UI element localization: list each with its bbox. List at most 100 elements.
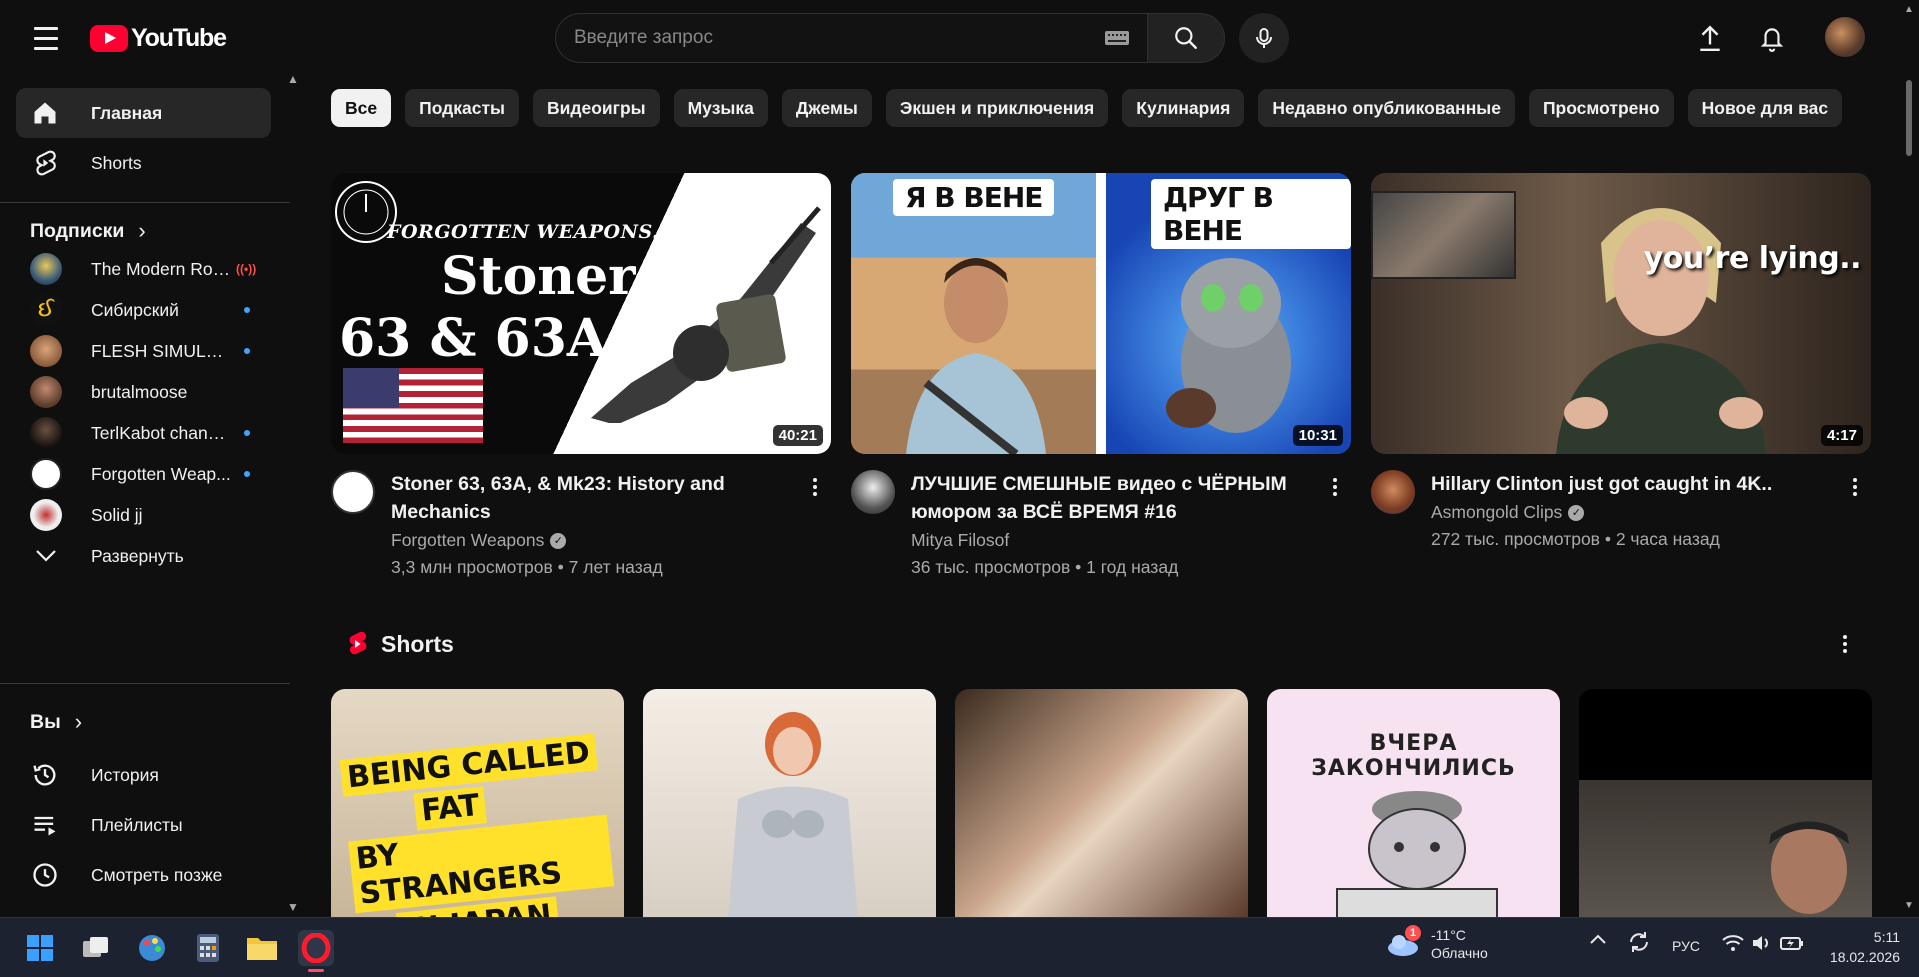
notifications-button[interactable] (1752, 18, 1792, 58)
account-avatar[interactable] (1825, 17, 1865, 57)
more-options-icon[interactable] (805, 472, 825, 502)
chip-action-adventure[interactable]: Экшен и приключения (885, 89, 1109, 127)
channel-name[interactable]: Mitya Filosof (911, 530, 1009, 551)
task-view-icon (83, 937, 108, 957)
short-card[interactable]: BEING CALLED FAT BY STRANGERS IN JAPAN (331, 689, 624, 917)
shorts-icon (30, 148, 60, 178)
folder-icon (247, 938, 277, 960)
video-card[interactable]: Я В ВЕНЕ ДРУГ В ВЕНЕ 10:31 ЛУЧШИЕ СМЕШНЫ… (851, 173, 1351, 578)
channel-avatar[interactable] (851, 470, 895, 514)
sidebar-item-playlists[interactable]: Плейлисты (16, 800, 271, 850)
more-options-icon[interactable] (1325, 472, 1345, 502)
shorts-header: Shorts (345, 630, 454, 658)
video-card[interactable]: FORGOTTEN WEAPONS.com Stoner 63 & 63A 40… (331, 173, 831, 578)
expand-label: Развернуть (91, 545, 184, 566)
streamer-inset-image (1371, 191, 1516, 279)
system-clock[interactable]: 5:11 18.02.2026 (1818, 927, 1900, 967)
weather-temp: -11°C (1431, 927, 1466, 943)
chip-recently-uploaded[interactable]: Недавно опубликованные (1258, 89, 1515, 127)
channel-name[interactable]: Forgotten Weapons (391, 530, 544, 551)
short-card[interactable] (643, 689, 936, 917)
video-stats: 3,3 млн просмотров • 7 лет назад (391, 557, 663, 577)
sidebar-item-home[interactable]: Главная (16, 88, 271, 138)
short-thumbnail-text: BEING CALLED FAT BY STRANGERS IN JAPAN (339, 731, 618, 917)
sidebar-item-watch-later[interactable]: Смотреть позже (16, 850, 271, 900)
chevron-up-icon[interactable] (1589, 932, 1607, 948)
channel-avatar (30, 417, 62, 449)
volume-icon[interactable] (1752, 934, 1772, 955)
page-scrollbar-thumb[interactable] (1906, 80, 1912, 156)
video-duration: 40:21 (772, 425, 823, 446)
short-text-line: BY STRANGERS (348, 814, 615, 914)
channel-avatar[interactable] (1371, 470, 1415, 514)
video-title[interactable]: ЛУЧШИЕ СМЕШНЫЕ видео с ЧЁРНЫМ юмором за … (911, 470, 1311, 526)
app-opera-button[interactable] (298, 930, 334, 972)
video-channel[interactable]: Mitya Filosof (911, 530, 1311, 551)
video-meta: Stoner 63, 63A, & Mk23: History and Mech… (331, 470, 831, 578)
search-button[interactable] (1147, 13, 1225, 63)
armor-costume-image (728, 712, 858, 917)
app-paint-button[interactable] (134, 930, 170, 966)
chevron-right-icon: › (74, 709, 83, 734)
video-duration: 10:31 (1292, 425, 1343, 446)
video-channel[interactable]: Asmongold Clips ✓ (1431, 502, 1831, 523)
keyboard-icon[interactable] (1105, 31, 1129, 45)
sidebar-scroll-down-icon[interactable]: ▼ (287, 900, 299, 914)
sidebar-item-label: Главная (91, 102, 163, 123)
short-card[interactable] (1579, 689, 1872, 917)
chip-music[interactable]: Музыка (673, 89, 768, 127)
voice-search-button[interactable] (1239, 13, 1289, 63)
shorts-more-options-icon[interactable] (1835, 629, 1855, 659)
video-title[interactable]: Hillary Clinton just got caught in 4K.. (1431, 470, 1831, 498)
short-card[interactable]: ВЧЕРА ЗАКОНЧИЛИСЬ (1267, 689, 1560, 917)
expand-button[interactable]: Развернуть (16, 531, 271, 581)
task-view-button[interactable] (78, 930, 114, 966)
chip-all[interactable]: Все (331, 89, 392, 127)
new-content-dot (244, 471, 250, 477)
you-header[interactable]: Вы › (30, 709, 82, 735)
channel-name[interactable]: Asmongold Clips (1431, 502, 1562, 523)
battery-icon[interactable] (1780, 934, 1804, 955)
youtube-logo[interactable]: YouTube (90, 24, 227, 53)
chip-watched[interactable]: Просмотрено (1528, 89, 1674, 127)
app-file-explorer-button[interactable] (244, 930, 280, 966)
chip-videogames[interactable]: Видеоигры (533, 89, 660, 127)
channel-avatar[interactable] (331, 470, 375, 514)
video-channel[interactable]: Forgotten Weapons ✓ (391, 530, 791, 551)
video-title[interactable]: Stoner 63, 63A, & Mk23: History and Mech… (391, 470, 791, 526)
short-card[interactable] (955, 689, 1248, 917)
weather-widget[interactable]: 1 -11°C Облачно (1385, 925, 1488, 962)
subscriptions-header[interactable]: Подписки › (30, 190, 146, 244)
app-calculator-button[interactable] (190, 930, 226, 966)
you-title: Вы (30, 710, 61, 733)
sidebar-item-shorts[interactable]: Shorts (16, 138, 271, 188)
wifi-icon[interactable] (1722, 934, 1744, 955)
chip-jams[interactable]: Джемы (781, 89, 872, 127)
video-meta: Hillary Clinton just got caught in 4K.. … (1371, 470, 1871, 550)
more-options-icon[interactable] (1845, 472, 1865, 502)
video-thumbnail[interactable]: FORGOTTEN WEAPONS.com Stoner 63 & 63A 40… (331, 173, 831, 454)
chip-podcasts[interactable]: Подкасты (405, 89, 519, 127)
sidebar-scroll-up-icon[interactable]: ▲ (287, 72, 299, 86)
sidebar: Главная Shorts Подписки › The Modern Rog… (0, 76, 290, 916)
video-card[interactable]: you’re lying.. 4:17 Hillary Clinton just… (1371, 173, 1871, 550)
upload-button[interactable] (1690, 18, 1730, 58)
subscription-label: FLESH SIMULAT... (91, 340, 231, 361)
sidebar-item-history[interactable]: История (16, 750, 271, 800)
chip-cooking[interactable]: Кулинария (1122, 89, 1245, 127)
menu-icon[interactable] (28, 22, 64, 54)
clock-time: 5:11 (1873, 929, 1900, 945)
sidebar-item-label: История (91, 764, 159, 785)
chip-new-to-you[interactable]: Новое для вас (1687, 89, 1843, 127)
page-scroll-down-icon[interactable]: ▼ (1904, 900, 1914, 911)
search-input[interactable] (574, 27, 1097, 49)
shorts-logo-icon (349, 631, 367, 655)
input-language[interactable]: РУС (1672, 938, 1700, 954)
search-icon (1175, 27, 1197, 49)
page-scroll-up-icon[interactable]: ▲ (1904, 4, 1914, 15)
sync-icon[interactable] (1627, 930, 1651, 957)
home-icon (30, 98, 60, 128)
video-thumbnail[interactable]: Я В ВЕНЕ ДРУГ В ВЕНЕ 10:31 (851, 173, 1351, 454)
start-button[interactable] (22, 930, 58, 966)
video-thumbnail[interactable]: you’re lying.. 4:17 (1371, 173, 1871, 454)
